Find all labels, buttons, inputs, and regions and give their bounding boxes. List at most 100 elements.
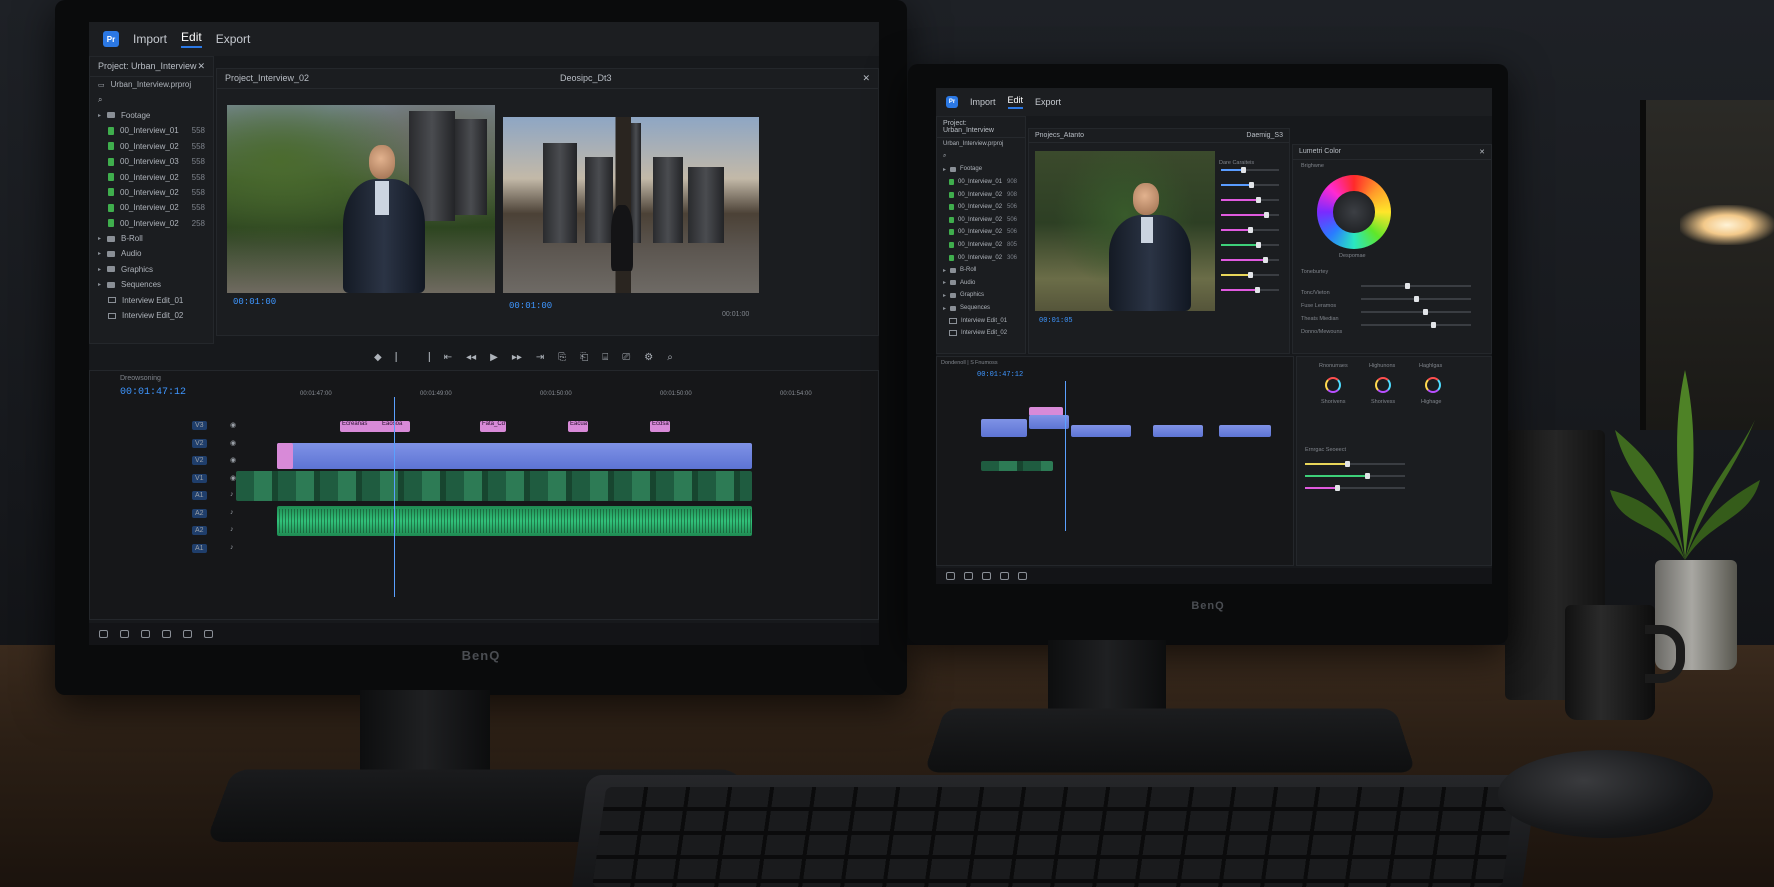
project-item[interactable]: Interview Edit_01 bbox=[937, 314, 1025, 327]
mini-color-wheel[interactable] bbox=[1375, 377, 1391, 393]
disclosure-triangle-icon[interactable]: ▸ bbox=[98, 112, 101, 119]
lumetri-slider[interactable] bbox=[1361, 283, 1471, 289]
effect-slider[interactable] bbox=[1221, 167, 1279, 173]
menu-edit[interactable]: Edit bbox=[181, 30, 202, 48]
project-item[interactable]: 00_Interview_01 908 bbox=[937, 176, 1025, 189]
project-file-row[interactable]: Urban_Interview.prproj bbox=[937, 138, 1025, 151]
effect-slider[interactable] bbox=[1221, 197, 1279, 203]
app-icon[interactable] bbox=[162, 630, 171, 638]
video-clip-v2[interactable] bbox=[1219, 425, 1271, 437]
effect-slider[interactable] bbox=[1221, 182, 1279, 188]
track-label[interactable]: A2 bbox=[192, 508, 207, 518]
menu-import[interactable]: Import bbox=[970, 97, 996, 107]
project-item[interactable]: 00_Interview_02 908 bbox=[937, 188, 1025, 201]
project-item[interactable]: 00_Interview_02 558 bbox=[90, 185, 213, 200]
close-icon[interactable]: ✕ bbox=[197, 61, 205, 72]
lumetri-slider[interactable] bbox=[1361, 296, 1471, 302]
timeline-ruler[interactable]: 00:01:47:00 00:01:49:00 00:01:50:00 00:01:5… bbox=[280, 391, 830, 405]
project-item[interactable]: 00_Interview_02 558 bbox=[90, 200, 213, 215]
chat-icon[interactable] bbox=[964, 572, 973, 580]
source-monitor-image[interactable] bbox=[503, 117, 759, 293]
extract-icon[interactable]: ⎗ bbox=[580, 352, 588, 363]
mic-icon[interactable]: ♪ bbox=[230, 526, 234, 533]
zoom-icon[interactable]: ⌕ bbox=[667, 352, 673, 363]
project-item[interactable]: ▸ B-Roll bbox=[90, 231, 213, 246]
effect-slider[interactable] bbox=[1221, 257, 1279, 263]
project-item[interactable]: 00_Interview_02 258 bbox=[90, 216, 213, 231]
disclosure-triangle-icon[interactable]: ▸ bbox=[943, 166, 946, 173]
go-to-out-icon[interactable]: ⇥ bbox=[536, 352, 544, 363]
project-item[interactable]: ▸ Sequences bbox=[90, 277, 213, 292]
source-label[interactable]: Daemig_S3 bbox=[1246, 132, 1283, 139]
export-frame-icon[interactable]: ⌸ bbox=[602, 352, 608, 363]
camera-icon[interactable]: ⎚ bbox=[622, 352, 630, 363]
project-item[interactable]: 00_Interview_02 506 bbox=[937, 226, 1025, 239]
step-back-icon[interactable]: ◂◂ bbox=[466, 352, 476, 363]
track-label[interactable]: A2 bbox=[192, 526, 207, 535]
title-clip-v2[interactable] bbox=[277, 443, 293, 469]
track-label[interactable]: V1 bbox=[192, 473, 207, 483]
effect-slider[interactable] bbox=[1221, 242, 1279, 248]
video-clip-v2[interactable] bbox=[1153, 425, 1203, 437]
project-item[interactable]: 00_Interview_02 506 bbox=[937, 201, 1025, 214]
program-monitor-image[interactable] bbox=[227, 105, 495, 293]
project-item[interactable]: ▸ Graphics bbox=[90, 262, 213, 277]
folder-icon[interactable] bbox=[982, 572, 991, 580]
menu-export[interactable]: Export bbox=[216, 32, 251, 46]
project-item[interactable]: ▸ Audio bbox=[90, 246, 213, 261]
lumetri-row[interactable]: Donno/Mewouns bbox=[1301, 320, 1481, 335]
folder-icon[interactable] bbox=[141, 630, 150, 638]
effect-slider[interactable] bbox=[1221, 287, 1279, 293]
project-item[interactable]: 00_Interview_02 558 bbox=[90, 139, 213, 154]
playhead[interactable] bbox=[394, 397, 395, 597]
app-icon[interactable] bbox=[1018, 572, 1027, 580]
video-clip-v1[interactable] bbox=[981, 461, 1053, 471]
project-search-row[interactable]: ⌕ bbox=[937, 151, 1025, 164]
project-item[interactable]: Interview Edit_01 bbox=[90, 292, 213, 307]
color-wheel[interactable] bbox=[1317, 175, 1391, 249]
project-item[interactable]: ▸ Footage bbox=[90, 108, 213, 123]
project-item[interactable]: ▸ B-Roll bbox=[937, 264, 1025, 277]
disclosure-triangle-icon[interactable]: ▸ bbox=[98, 250, 101, 257]
app-icon[interactable] bbox=[183, 630, 192, 638]
video-clip-v2[interactable] bbox=[981, 419, 1027, 437]
timeline-tab[interactable]: Fnumoss bbox=[975, 360, 998, 366]
secondary-slider-1[interactable] bbox=[1305, 461, 1405, 467]
video-clip-v1[interactable] bbox=[236, 471, 752, 501]
disclosure-triangle-icon[interactable]: ▸ bbox=[943, 279, 946, 286]
track-label[interactable]: A1 bbox=[192, 543, 207, 553]
track-label[interactable]: A1 bbox=[192, 491, 207, 500]
project-search-row[interactable]: ⌕ bbox=[90, 92, 213, 107]
disclosure-triangle-icon[interactable]: ▸ bbox=[98, 281, 101, 288]
disclosure-triangle-icon[interactable]: ▸ bbox=[98, 235, 101, 242]
app-icon[interactable] bbox=[204, 630, 213, 638]
project-item[interactable]: 00_Interview_01 558 bbox=[90, 123, 213, 138]
title-clip[interactable]: Fata_Cd bbox=[480, 421, 506, 432]
project-item[interactable]: ▸ Audio bbox=[937, 277, 1025, 290]
step-forward-icon[interactable]: ▸▸ bbox=[512, 352, 522, 363]
mic-icon[interactable]: ♪ bbox=[230, 491, 234, 498]
track-label[interactable]: V3 bbox=[192, 421, 207, 430]
close-icon[interactable]: ✕ bbox=[1479, 148, 1485, 156]
audio-clip-a1[interactable] bbox=[277, 506, 752, 536]
title-clip[interactable]: Ecdsa bbox=[650, 421, 670, 432]
out-point-icon[interactable]: ⎹ bbox=[420, 352, 430, 363]
title-clip[interactable]: Eaosoa bbox=[380, 421, 410, 432]
start-icon[interactable] bbox=[946, 572, 955, 580]
menu-export[interactable]: Export bbox=[1035, 97, 1061, 107]
effect-slider[interactable] bbox=[1221, 212, 1279, 218]
disclosure-triangle-icon[interactable]: ▸ bbox=[943, 267, 946, 274]
video-clip-v2[interactable] bbox=[277, 443, 752, 469]
lumetri-slider[interactable] bbox=[1361, 309, 1471, 315]
project-item[interactable]: 00_Interview_02 306 bbox=[937, 251, 1025, 264]
app-icon[interactable] bbox=[1000, 572, 1009, 580]
lumetri-row[interactable]: Theats Miedian bbox=[1301, 307, 1481, 322]
lumetri-slider[interactable] bbox=[1361, 322, 1471, 328]
chat-icon[interactable] bbox=[120, 630, 129, 638]
start-icon[interactable] bbox=[99, 630, 108, 638]
mic-icon[interactable]: ♪ bbox=[230, 544, 234, 551]
title-clip[interactable]: Eacua bbox=[568, 421, 588, 432]
mini-color-wheel[interactable] bbox=[1425, 377, 1441, 393]
play-icon[interactable]: ▶ bbox=[490, 352, 498, 363]
menu-import[interactable]: Import bbox=[133, 32, 167, 46]
